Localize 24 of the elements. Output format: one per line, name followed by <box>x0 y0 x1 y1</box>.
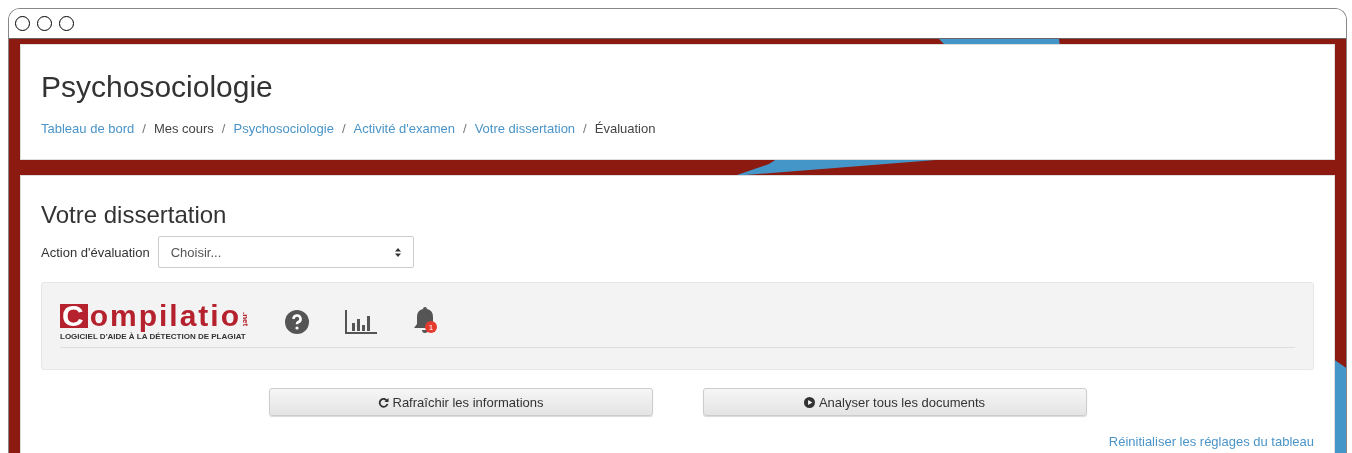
refresh-button[interactable]: Rafraîchir les informations <box>268 388 653 416</box>
breadcrumb-link[interactable]: Psychosociologie <box>233 121 334 136</box>
play-icon <box>803 396 815 408</box>
analyze-button[interactable]: Analyser tous les documents <box>702 388 1087 416</box>
breadcrumb-item: Mes cours <box>153 121 214 136</box>
select-field[interactable]: Choisir... <box>157 236 414 268</box>
field-label: Action d'évaluation <box>41 244 150 260</box>
breadcrumb-separator: / <box>142 121 146 136</box>
page-title: Psychosociologie <box>41 69 274 105</box>
breadcrumb-link[interactable]: Activité d'examen <box>353 121 456 136</box>
reset-table-link[interactable]: Réinitialiser les réglages du tableau <box>1108 434 1314 449</box>
breadcrumb-link[interactable]: Tableau de bord <box>41 121 135 136</box>
breadcrumb-separator: / <box>341 121 346 136</box>
breadcrumb-separator: / <box>463 121 467 136</box>
help-icon[interactable] <box>285 310 309 334</box>
notification-bell[interactable]: 1 <box>413 306 443 338</box>
breadcrumb-separator: / <box>583 121 587 136</box>
breadcrumb-separator: / <box>221 121 226 136</box>
refresh-icon <box>377 396 389 408</box>
section-title: Votre dissertation <box>41 200 228 230</box>
breadcrumb-link[interactable]: Votre dissertation <box>474 121 576 136</box>
breadcrumb-item: Évaluation <box>594 121 656 136</box>
bar-chart-icon[interactable] <box>345 310 377 334</box>
dropdown-caret-icon <box>394 247 401 257</box>
